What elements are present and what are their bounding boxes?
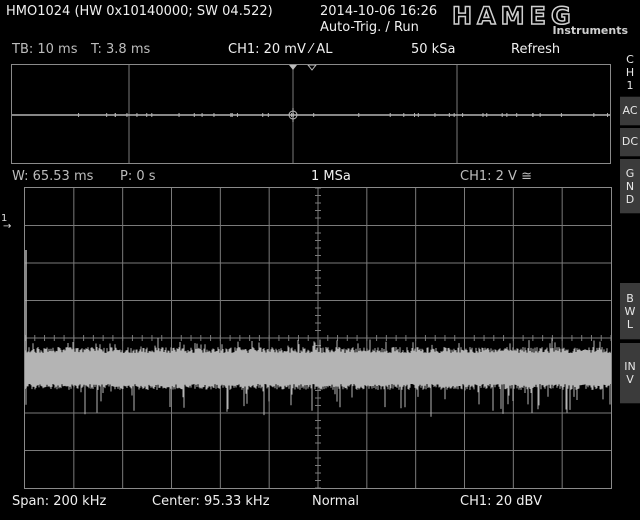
window-position-icon bbox=[307, 65, 317, 71]
brand-subtext: Instruments bbox=[552, 24, 628, 37]
ref-level-label: CH1: 20 dBV bbox=[460, 494, 542, 509]
ac-button[interactable]: AC bbox=[620, 97, 640, 126]
ch1-side-label: CH1 bbox=[620, 48, 640, 97]
gnd-button[interactable]: GND bbox=[620, 159, 640, 214]
center-label: Center: 95.33 kHz bbox=[152, 494, 270, 509]
trigger-time-label: T: 3.8 ms bbox=[91, 42, 151, 57]
device-info: HMO1024 (HW 0x10140000; SW 04.522) bbox=[6, 4, 273, 19]
main-plot[interactable] bbox=[24, 187, 612, 489]
fft-mode-label: Normal bbox=[312, 494, 360, 509]
trigger-status: Auto-Trig. / Run bbox=[320, 20, 419, 35]
sample-rate-label: 50 kSa bbox=[411, 42, 456, 57]
fft-noise-band bbox=[25, 353, 611, 384]
overview-plot[interactable] bbox=[11, 64, 611, 164]
datetime: 2014-10-06 16:26 bbox=[320, 4, 438, 19]
channel-marker-arrow-icon: → bbox=[3, 221, 12, 232]
acquisition-mode-label: Refresh bbox=[511, 42, 561, 57]
channel-setting-label: CH1: 20 mV ⁄ AL bbox=[228, 42, 333, 57]
channel-scale-label: CH1: 2 V ≅ bbox=[460, 169, 532, 184]
window-label: W: 65.53 ms bbox=[12, 169, 94, 184]
bwl-button[interactable]: BWL bbox=[620, 283, 640, 340]
inv-button[interactable]: INV bbox=[620, 343, 640, 404]
trigger-position-icon bbox=[289, 65, 297, 70]
dc-button[interactable]: DC bbox=[620, 128, 640, 157]
hameg-logo: HAMEG Instruments bbox=[451, 1, 630, 37]
span-label: Span: 200 kHz bbox=[12, 494, 107, 509]
zoom-sample-rate-label: 1 MSa bbox=[311, 169, 351, 184]
overview-svg bbox=[12, 65, 610, 163]
timebase-label: TB: 10 ms bbox=[12, 42, 78, 57]
main-svg bbox=[25, 188, 611, 488]
position-label: P: 0 s bbox=[120, 169, 156, 184]
